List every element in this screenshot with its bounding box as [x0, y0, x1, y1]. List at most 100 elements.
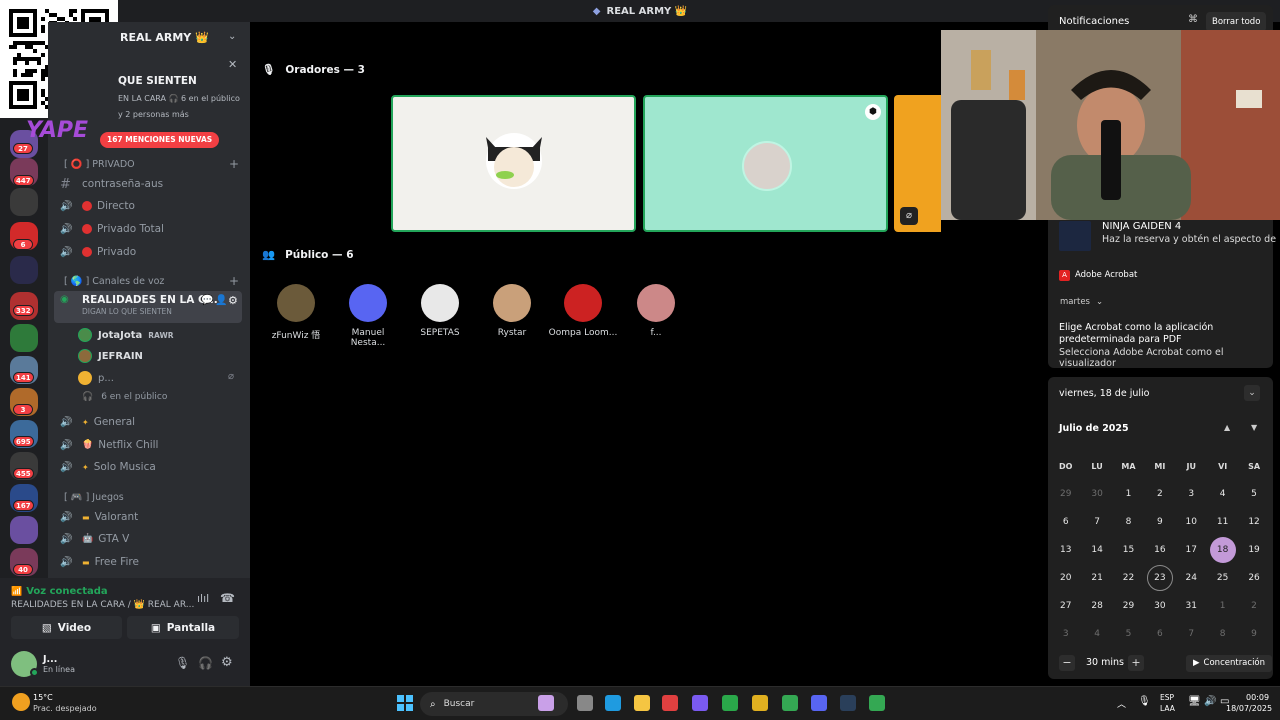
audience-count[interactable]: 🎧 6 en el público: [82, 392, 167, 402]
calendar-day[interactable]: 16: [1144, 545, 1175, 555]
calendar-day[interactable]: 10: [1176, 517, 1207, 527]
task-view-icon[interactable]: [577, 695, 593, 711]
game-icon[interactable]: [752, 695, 768, 711]
speaker-tile[interactable]: [391, 95, 636, 232]
calendar-day[interactable]: 6: [1144, 629, 1175, 639]
copilot-icon[interactable]: [692, 695, 708, 711]
weather-icon[interactable]: [12, 693, 30, 711]
clock-time[interactable]: 00:09: [1246, 693, 1269, 702]
calendar-day[interactable]: 3: [1176, 489, 1207, 499]
mic-icon[interactable]: 🎙: [1138, 696, 1151, 707]
calendar-day[interactable]: 1: [1207, 601, 1238, 611]
calendar-day[interactable]: 29: [1113, 601, 1144, 611]
calendar-day[interactable]: 9: [1238, 629, 1269, 639]
focus-button[interactable]: ▶ Concentración: [1186, 655, 1273, 672]
steam-icon[interactable]: [840, 695, 856, 711]
calendar-day[interactable]: 7: [1081, 517, 1112, 527]
audience-member[interactable]: zFunWiz 悟: [261, 284, 331, 341]
weather-temp[interactable]: 15°C: [33, 693, 53, 702]
calendar-day[interactable]: 4: [1207, 489, 1238, 499]
gear-icon[interactable]: ⚙: [228, 294, 238, 307]
add-member-icon[interactable]: 👤: [215, 295, 227, 306]
server-name[interactable]: REAL ARMY 👑: [120, 31, 209, 44]
calendar-day[interactable]: 21: [1081, 573, 1112, 583]
audience-member[interactable]: SEPETAS: [405, 284, 475, 338]
server-icon[interactable]: [10, 324, 38, 352]
calendar-day[interactable]: 1: [1113, 489, 1144, 499]
dnd-icon[interactable]: ⌘: [1188, 14, 1198, 25]
channel-general[interactable]: 🔊 ✦ General: [60, 412, 240, 432]
screen-button[interactable]: ▣ Pantalla: [127, 616, 239, 639]
language-code[interactable]: ESP: [1160, 693, 1174, 702]
disconnect-icon[interactable]: ☎: [220, 591, 235, 605]
discord-icon[interactable]: [811, 695, 827, 711]
channel-gtav[interactable]: 🔊 🤖 GTA V: [60, 529, 240, 549]
notification-group[interactable]: martes ⌄: [1060, 297, 1103, 307]
store-icon[interactable]: [662, 695, 678, 711]
plus-button[interactable]: +: [1128, 655, 1144, 671]
edge-icon[interactable]: [605, 695, 621, 711]
calendar-day[interactable]: 5: [1113, 629, 1144, 639]
calendar-day[interactable]: 28: [1081, 601, 1112, 611]
calendar-day[interactable]: 12: [1238, 517, 1269, 527]
chat-icon[interactable]: 💬: [201, 295, 213, 306]
chevron-down-icon[interactable]: ⌄: [228, 31, 236, 42]
network-icon[interactable]: 🖥: [1188, 696, 1201, 707]
calendar-day[interactable]: 2: [1144, 489, 1175, 499]
chrome-icon[interactable]: [722, 695, 738, 711]
calendar-day[interactable]: 13: [1050, 545, 1081, 555]
channel-freefire[interactable]: 🔊 ▬ Free Fire: [60, 552, 240, 572]
mentions-badge[interactable]: 167 MENCIONES NUEVAS: [100, 132, 220, 148]
chevron-up-icon[interactable]: ︿: [1117, 697, 1126, 710]
audience-member[interactable]: Oompa Loom...: [548, 284, 618, 338]
notification-text[interactable]: Selecciona Adobe Acrobat como el visuali…: [1059, 347, 1280, 369]
calendar-month[interactable]: Julio de 2025: [1059, 423, 1129, 434]
channel-solo-musica[interactable]: 🔊 ✦ Solo Musica: [60, 457, 240, 477]
minus-button[interactable]: −: [1059, 655, 1075, 671]
voice-location[interactable]: REALIDADES EN LA CARA / 👑 REAL AR...: [11, 600, 194, 610]
file-explorer-icon[interactable]: [634, 695, 650, 711]
language-layout[interactable]: LAA: [1160, 704, 1175, 713]
plus-icon[interactable]: +: [229, 274, 239, 288]
chevron-up-icon[interactable]: ▲: [1224, 423, 1230, 432]
audience-member[interactable]: Manuel Nesta...: [333, 284, 403, 348]
media-icon[interactable]: [538, 695, 554, 711]
volume-icon[interactable]: 🔊: [1204, 696, 1216, 707]
calendar-day[interactable]: 4: [1081, 629, 1112, 639]
windows-start-icon[interactable]: [397, 695, 413, 711]
chrome-alt-icon[interactable]: [782, 695, 798, 711]
channel-netflix[interactable]: 🔊 🍿 Netflix Chill: [60, 435, 240, 455]
soundboard-icon[interactable]: ılıl: [197, 592, 209, 605]
speaker-tile[interactable]: ⌀: [894, 95, 941, 232]
audience-member[interactable]: Rystar: [477, 284, 547, 338]
calendar-day[interactable]: 30: [1144, 601, 1175, 611]
calendar-day[interactable]: 19: [1238, 545, 1269, 555]
calendar-day[interactable]: 2: [1238, 601, 1269, 611]
calendar-day[interactable]: 27: [1050, 601, 1081, 611]
notification-text[interactable]: Elige Acrobat como la aplicación: [1059, 322, 1213, 333]
channel-privado-total[interactable]: 🔊 Privado Total: [60, 219, 240, 239]
voice-user[interactable]: p...: [78, 371, 114, 385]
close-icon[interactable]: ✕: [228, 58, 237, 71]
server-icon[interactable]: [10, 256, 38, 284]
calendar-day[interactable]: 17: [1176, 545, 1207, 555]
notification-title[interactable]: NINJA GAIDEN 4: [1102, 221, 1181, 232]
calendar-day[interactable]: 3: [1050, 629, 1081, 639]
calendar-day[interactable]: 23: [1144, 565, 1175, 591]
calendar-day[interactable]: 6: [1050, 517, 1081, 527]
calendar-day[interactable]: 7: [1176, 629, 1207, 639]
weather-desc[interactable]: Prac. despejado: [33, 704, 97, 713]
calendar-day[interactable]: 18: [1207, 537, 1238, 563]
voice-user[interactable]: JEFRAIN: [78, 349, 143, 363]
audience-member[interactable]: f...: [621, 284, 691, 338]
plus-icon[interactable]: +: [229, 157, 239, 171]
calendar-day[interactable]: 26: [1238, 573, 1269, 583]
gear-icon[interactable]: ⚙: [221, 655, 233, 670]
calendar-day[interactable]: 8: [1113, 517, 1144, 527]
event-title[interactable]: QUE SIENTEN: [118, 75, 197, 87]
calendar-day[interactable]: 8: [1207, 629, 1238, 639]
calendar-day[interactable]: 11: [1207, 517, 1238, 527]
calendar-day[interactable]: 22: [1113, 573, 1144, 583]
category-privado[interactable]: [ ⭕ ] PRIVADO: [64, 159, 135, 170]
calendar-day[interactable]: 20: [1050, 573, 1081, 583]
